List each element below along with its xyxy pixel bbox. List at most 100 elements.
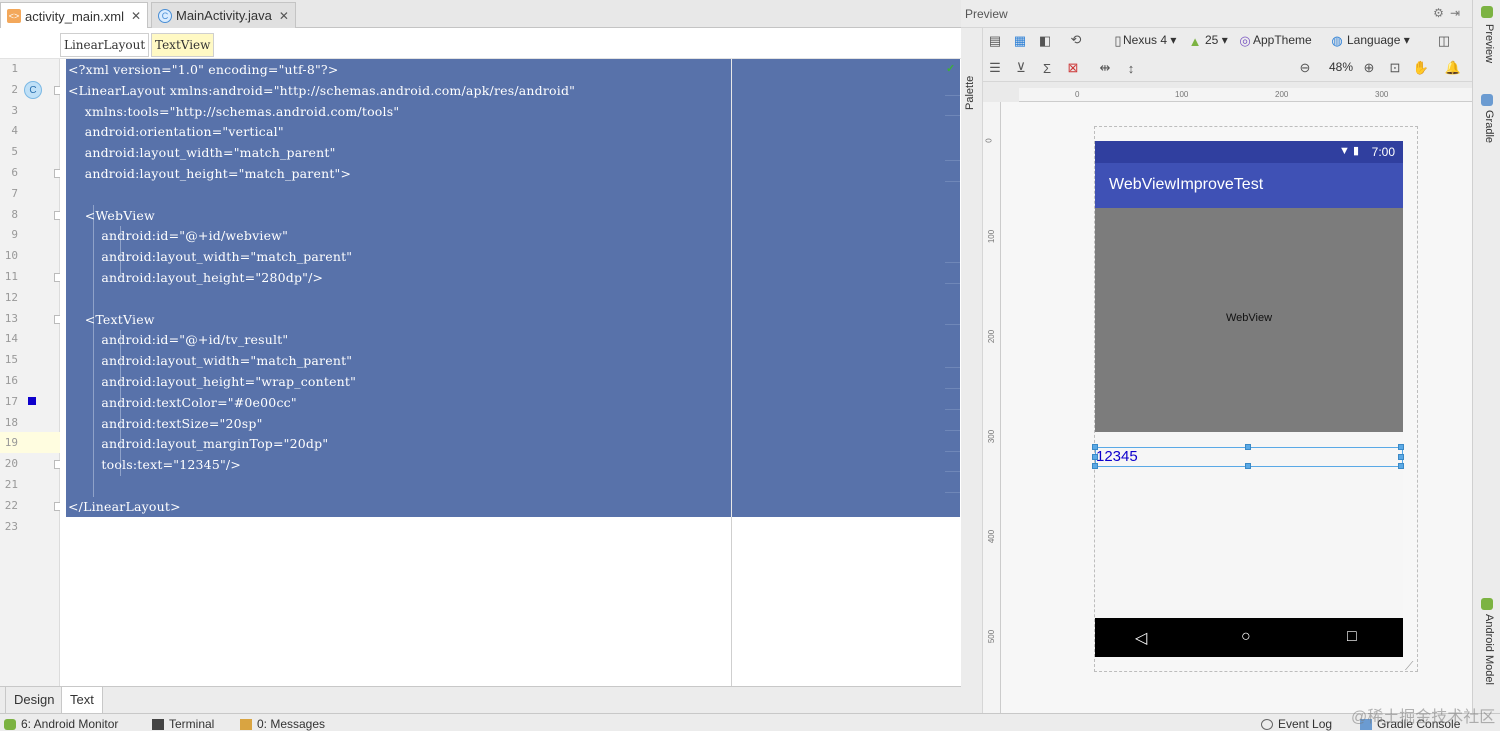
gradle-side-tab[interactable]: Gradle <box>1483 110 1495 143</box>
line-number: 21 <box>4 478 18 491</box>
hide-icon[interactable]: ⇥ <box>1450 6 1466 20</box>
code-line: android:textColor="#0e00cc" <box>68 394 297 410</box>
color-swatch-icon[interactable] <box>28 397 36 405</box>
theme-icon[interactable]: ◎ <box>1236 32 1254 50</box>
tab-main-activity-java[interactable]: C MainActivity.java ✕ <box>151 2 296 28</box>
code-line: <TextView <box>68 311 155 327</box>
error-stripe-mark[interactable] <box>945 324 960 325</box>
ruler-tick-label: 100 <box>987 229 997 244</box>
line-number: 11 <box>4 270 18 283</box>
back-icon: ◁ <box>1135 630 1148 647</box>
api-level-selector[interactable]: 25 ▾ <box>1205 33 1228 47</box>
app-bar: WebViewImproveTest <box>1095 163 1403 208</box>
resize-corner-icon[interactable]: ⟋ <box>1405 659 1413 674</box>
resize-handle[interactable] <box>1092 454 1098 460</box>
tab-label: activity_main.xml <box>25 8 124 24</box>
error-stripe-mark[interactable] <box>945 451 960 452</box>
zoom-fit-icon[interactable]: ⊡ <box>1386 59 1404 77</box>
line-number: 12 <box>4 290 18 304</box>
ruler-tick-label: 500 <box>987 629 997 644</box>
resize-handle[interactable] <box>1398 454 1404 460</box>
close-icon[interactable]: ✕ <box>131 9 141 23</box>
globe-icon[interactable]: ◍ <box>1328 32 1346 50</box>
resize-handle[interactable] <box>1092 463 1098 469</box>
resize-handle[interactable] <box>1245 444 1251 450</box>
wifi-battery-icons: ▼ ▮ <box>1339 145 1359 157</box>
design-canvas[interactable]: 0 100 200 300 0 100 200 300 400 500 ▼ ▮ … <box>983 82 1472 713</box>
code-line: android:layout_height="wrap_content" <box>68 374 357 389</box>
ruler-tick-label: 400 <box>987 529 997 544</box>
theme-selector[interactable]: AppTheme <box>1253 33 1312 47</box>
device-selector[interactable]: Nexus 4 ▾ <box>1123 33 1176 47</box>
android-api-icon[interactable]: ▲ <box>1186 32 1204 50</box>
messages-icon <box>240 718 252 730</box>
code-line: <WebView <box>68 207 155 223</box>
breadcrumb-linearlayout[interactable]: LinearLayout <box>60 33 150 57</box>
close-icon[interactable]: ✕ <box>279 9 289 23</box>
error-stripe-mark[interactable] <box>945 430 960 431</box>
preview-title: Preview <box>965 7 1008 21</box>
pan-hand-icon[interactable]: ✋ <box>1412 59 1430 77</box>
sum-icon[interactable]: Σ <box>1038 59 1056 77</box>
android-monitor-button[interactable]: 6: Android Monitor <box>4 717 118 731</box>
preview-side-tab[interactable]: Preview <box>1483 24 1495 63</box>
messages-button[interactable]: 0: Messages <box>240 717 325 731</box>
error-stripe-mark[interactable] <box>945 492 960 493</box>
preview-header-controls[interactable]: ⚙⇥ <box>1433 6 1466 20</box>
palette-tab[interactable]: Palette <box>964 76 976 110</box>
error-stripe-mark[interactable] <box>945 95 960 96</box>
language-selector[interactable]: Language ▾ <box>1347 33 1410 47</box>
expand-horizontal-icon[interactable]: ⇹ <box>1096 59 1114 77</box>
toggle-layout-icon[interactable]: ☰ <box>986 59 1004 77</box>
error-stripe-mark[interactable] <box>945 367 960 368</box>
editor-tab-bar: <> activity_main.xml ✕ C MainActivity.ja… <box>0 0 961 29</box>
error-stripe-mark[interactable] <box>945 262 960 263</box>
layout-design-icon[interactable]: ▤ <box>986 32 1004 50</box>
error-stripe-mark[interactable] <box>945 388 960 389</box>
ruler-tick-label: 200 <box>987 329 997 344</box>
tab-text[interactable]: Text <box>61 687 103 714</box>
code-editor[interactable]: <?xml version="1.0" encoding="utf-8"?> <L… <box>60 59 961 686</box>
error-stripe-mark[interactable] <box>945 160 960 161</box>
error-stripe-mark[interactable] <box>945 115 960 116</box>
tab-design[interactable]: Design <box>5 687 64 714</box>
resize-handle[interactable] <box>1398 444 1404 450</box>
error-stripe-mark[interactable] <box>945 283 960 284</box>
notifications-bell-icon[interactable]: 🔔 <box>1444 59 1462 77</box>
line-gutter: 1 2 3 4 5 6 7 8 9 10 11 12 13 14 15 16 17 18 19 20 21 22 23 <box>0 59 63 686</box>
align-icon[interactable]: ⊻ <box>1012 59 1030 77</box>
webview-component[interactable]: WebView <box>1095 208 1403 432</box>
event-log-button[interactable]: Event Log <box>1261 717 1332 731</box>
android-model-side-tab[interactable]: Android Model <box>1483 614 1495 685</box>
resize-handle[interactable] <box>1245 463 1251 469</box>
split-view-icon[interactable]: ◧ <box>1036 32 1054 50</box>
status-time: 7:00 <box>1371 145 1395 159</box>
breadcrumb-textview[interactable]: TextView <box>151 33 215 57</box>
line-number: 18 <box>4 415 18 429</box>
orientation-icon[interactable]: ⟲ <box>1067 31 1085 49</box>
resize-handle[interactable] <box>1092 444 1098 450</box>
error-stripe-mark[interactable] <box>945 409 960 410</box>
blueprint-icon[interactable]: ▦ <box>1011 32 1029 50</box>
ruler-tick-label: 0 <box>984 138 994 143</box>
layout-variants-icon[interactable]: ◫ <box>1435 32 1453 50</box>
zoom-in-icon[interactable]: ⊕ <box>1360 59 1378 77</box>
line-number: 22 <box>4 498 18 512</box>
preview-toolbar-secondary: ☰ ⊻ Σ ⊠ ⇹ ↕ ⊖ 48% ⊕ ⊡ ✋ 🔔 <box>983 55 1472 82</box>
settings-gear-icon[interactable]: ⚙ <box>1433 6 1450 20</box>
watermark: @稀土掘金技术社区 <box>1351 709 1496 726</box>
line-number: 16 <box>4 374 18 387</box>
line-number: 9 <box>11 228 18 242</box>
class-marker-icon[interactable]: C <box>24 81 42 99</box>
expand-vertical-icon[interactable]: ↕ <box>1122 59 1140 77</box>
terminal-button[interactable]: Terminal <box>152 717 214 731</box>
device-stage: ▼ ▮ 7:00 WebViewImproveTest WebView 1234… <box>1001 102 1472 713</box>
resize-handle[interactable] <box>1398 463 1404 469</box>
zoom-out-icon[interactable]: ⊖ <box>1296 59 1314 77</box>
clear-constraints-icon[interactable]: ⊠ <box>1064 59 1082 77</box>
error-stripe-mark[interactable] <box>945 181 960 182</box>
error-stripe-mark[interactable] <box>945 471 960 472</box>
tab-activity-main-xml[interactable]: <> activity_main.xml ✕ <box>0 2 149 29</box>
textview-text: 12345 <box>1096 448 1138 465</box>
ruler-tick-label: 300 <box>1375 90 1389 99</box>
